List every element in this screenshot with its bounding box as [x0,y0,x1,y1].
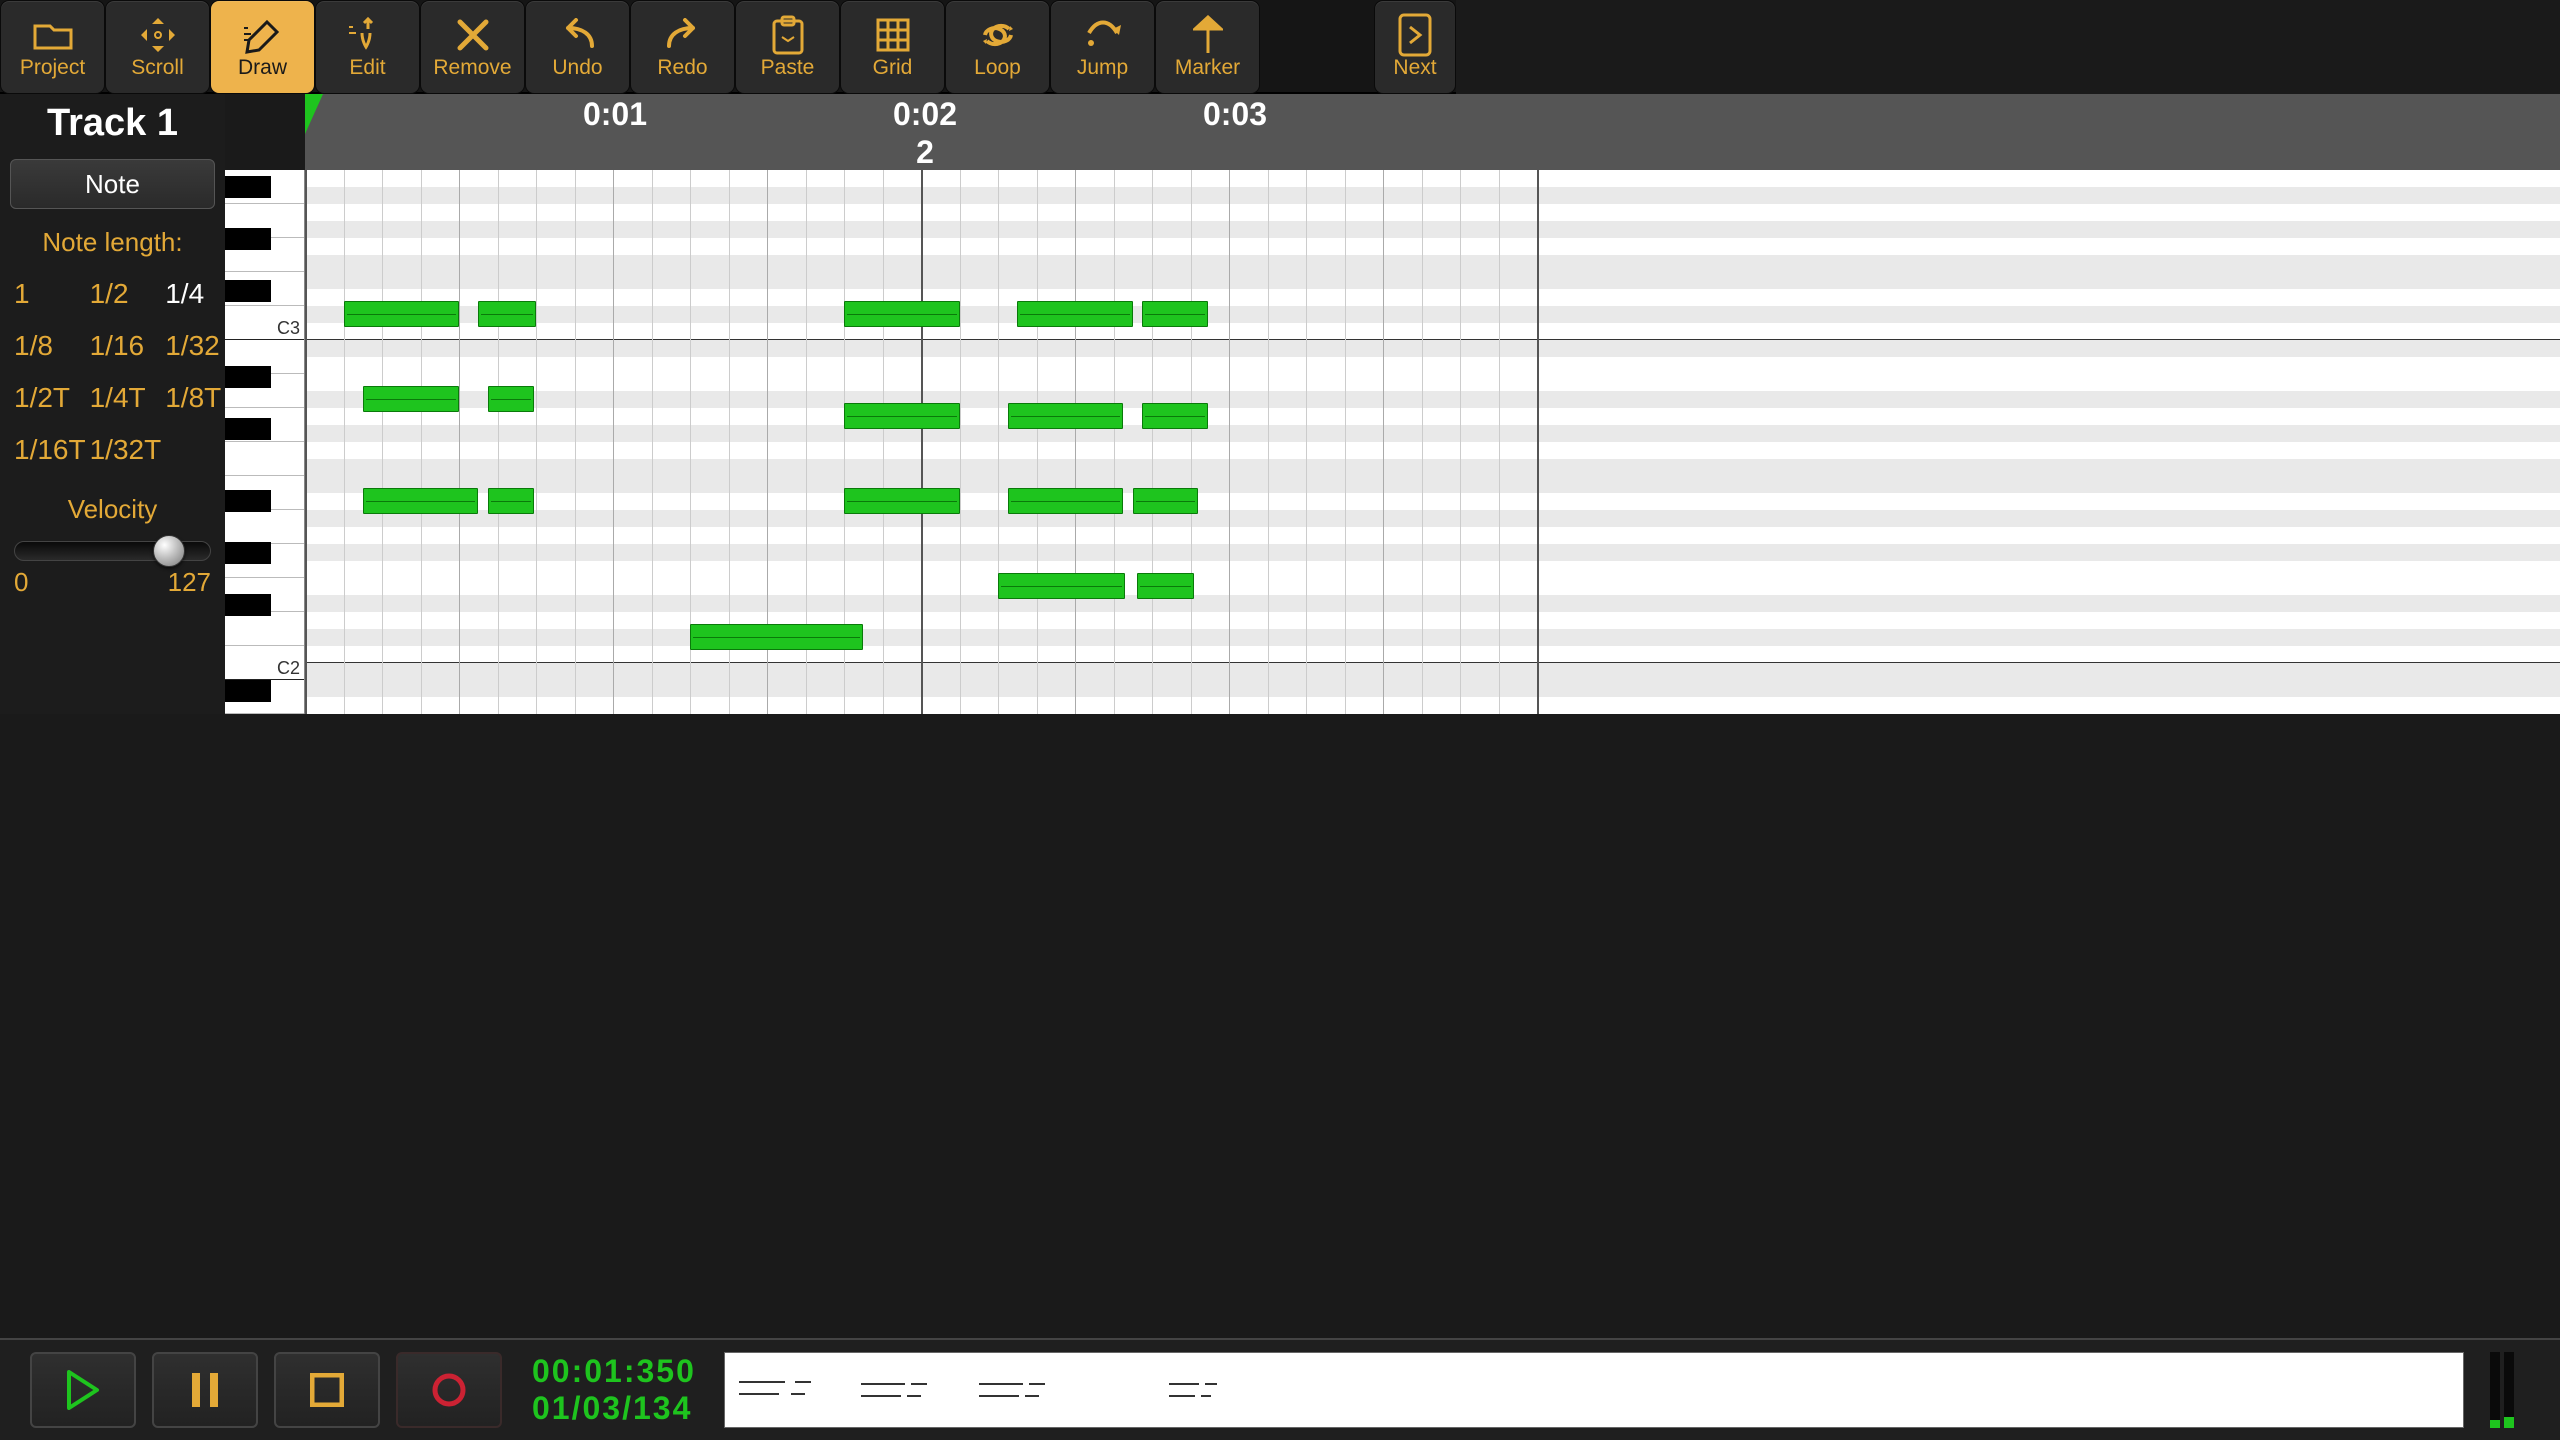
piano-keys[interactable]: C3C2 [225,170,305,714]
folder-icon [32,14,74,56]
stop-button[interactable] [274,1352,380,1428]
scroll-button[interactable]: Scroll [106,1,209,93]
remove-icon [456,14,490,56]
pause-button[interactable] [152,1352,258,1428]
play-button[interactable] [30,1352,136,1428]
side-panel: Track 1 Note Note length: 11/21/41/81/16… [0,94,225,714]
midi-note[interactable] [488,386,534,412]
midi-note[interactable] [488,488,534,514]
midi-note[interactable] [1142,301,1207,327]
velocity-label: Velocity [0,476,225,535]
note-length-label: Note length: [0,209,225,268]
loop-button[interactable]: Loop [946,1,1049,93]
note-length-1-2[interactable]: 1/2 [90,268,162,320]
midi-note[interactable] [1008,403,1124,429]
toolbar: ProjectScrollDrawEditRemoveUndoRedoPaste… [0,0,1456,94]
grid-button[interactable]: Grid [841,1,944,93]
undo-button[interactable]: Undo [526,1,629,93]
midi-note[interactable] [344,301,460,327]
marker-icon [1193,14,1223,56]
note-length-1-16[interactable]: 1/16 [90,320,162,372]
note-length-1-2T[interactable]: 1/2T [14,372,86,424]
paste-button[interactable]: Paste [736,1,839,93]
playhead-marker-icon [305,94,323,134]
undo-icon [558,14,598,56]
midi-note[interactable] [478,301,536,327]
loop-icon [977,14,1019,56]
paste-icon [770,14,806,56]
record-button[interactable] [396,1352,502,1428]
velocity-slider[interactable] [14,541,211,561]
output-meters [2490,1352,2530,1428]
midi-note[interactable] [1008,488,1124,514]
midi-note[interactable] [844,301,960,327]
midi-note[interactable] [1133,488,1198,514]
marker-button[interactable]: Marker [1156,1,1259,93]
next-button[interactable]: Next [1375,1,1455,93]
redo-button[interactable]: Redo [631,1,734,93]
remove-button[interactable]: Remove [421,1,524,93]
track-title: Track 1 [0,94,225,159]
note-length-1-8[interactable]: 1/8 [14,320,86,372]
transport-bar: 00:01:350 01/03/134 [0,1338,2560,1440]
midi-note[interactable] [690,624,863,650]
note-length-1-4T[interactable]: 1/4T [90,372,162,424]
midi-note[interactable] [363,386,459,412]
note-length-1-8T[interactable]: 1/8T [165,372,221,424]
redo-icon [663,14,703,56]
note-length-1-32T[interactable]: 1/32T [90,424,162,476]
midi-note[interactable] [363,488,479,514]
time-ruler[interactable]: 0:010:020:032 [305,94,2560,170]
midi-note[interactable] [1142,403,1207,429]
note-length-grid: 11/21/4 1/81/161/32 1/2T1/4T1/8T 1/16T1/32T [0,268,225,476]
edit-button[interactable]: Edit [316,1,419,93]
velocity-min: 0 [14,567,28,598]
draw-icon [241,14,285,56]
jump-button[interactable]: Jump [1051,1,1154,93]
project-button[interactable]: Project [1,1,104,93]
mini-map[interactable] [724,1352,2464,1428]
edit-icon [346,14,390,56]
note-length-1-32[interactable]: 1/32 [165,320,221,372]
midi-note[interactable] [1017,301,1133,327]
midi-note[interactable] [1137,573,1195,599]
grid-icon [876,14,910,56]
jump-icon [1083,14,1123,56]
scroll-icon [138,14,178,56]
piano-roll-grid[interactable] [305,170,2560,714]
draw-button[interactable]: Draw [211,1,314,93]
note-mode-button[interactable]: Note [10,159,215,209]
note-length-1-16T[interactable]: 1/16T [14,424,86,476]
note-length-1[interactable]: 1 [14,268,86,320]
midi-note[interactable] [998,573,1125,599]
time-display: 00:01:350 01/03/134 [532,1353,696,1427]
next-icon [1398,14,1432,56]
midi-note[interactable] [844,488,960,514]
midi-note[interactable] [844,403,960,429]
note-length-1-4[interactable]: 1/4 [165,268,221,320]
velocity-max: 127 [168,567,211,598]
